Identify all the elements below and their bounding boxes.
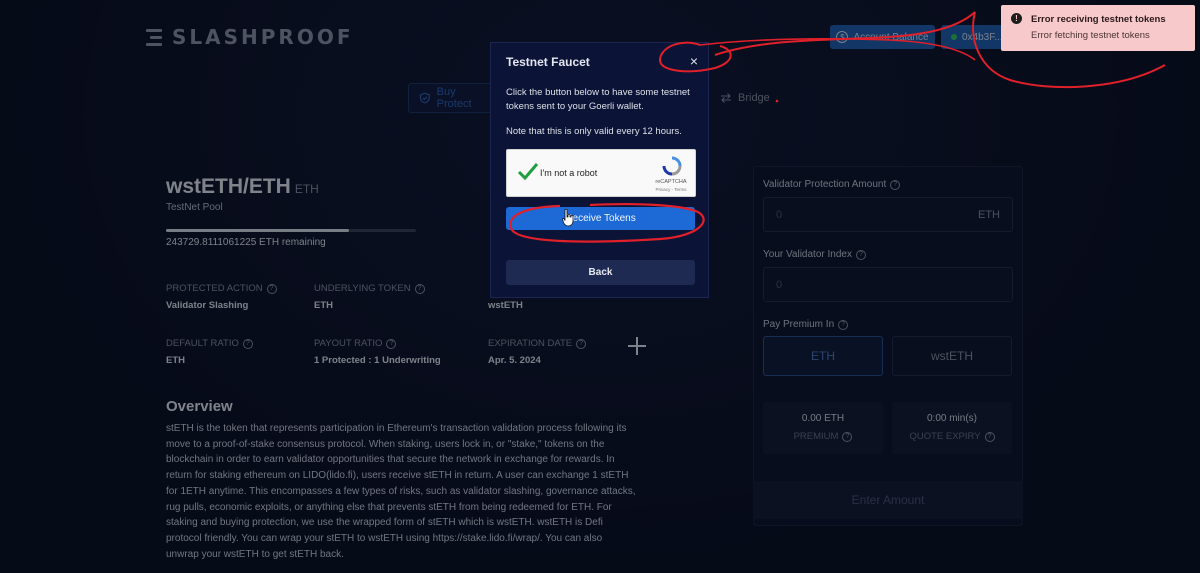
recaptcha-logo-icon (662, 156, 682, 176)
back-button[interactable]: Back (506, 260, 695, 285)
recaptcha-brand: reCAPTCHA (655, 179, 687, 185)
app-page: SLASHPROOF $ Account Balance 0x4b3F... B… (0, 0, 1200, 573)
toast-message: Error fetching testnet tokens (1031, 30, 1150, 41)
faucet-modal: Testnet Faucet × Click the button below … (490, 42, 709, 298)
modal-title: Testnet Faucet (506, 55, 590, 69)
receive-tokens-button[interactable]: Receive Tokens (506, 207, 695, 230)
checkmark-icon[interactable] (517, 161, 539, 183)
alert-icon: ! (1011, 13, 1022, 24)
modal-description: Click the button below to have some test… (506, 87, 690, 112)
recaptcha-links[interactable]: Privacy - Terms (647, 187, 695, 192)
error-toast[interactable]: ! Error receiving testnet tokens Error f… (1001, 5, 1195, 51)
recaptcha-label: I'm not a robot (540, 168, 598, 178)
hand-cursor-icon (562, 209, 574, 227)
recaptcha-widget[interactable]: I'm not a robot reCAPTCHA Privacy - Term… (506, 149, 696, 197)
close-icon[interactable]: × (687, 54, 701, 68)
toast-title: Error receiving testnet tokens (1031, 14, 1166, 25)
modal-note: Note that this is only valid every 12 ho… (506, 126, 682, 137)
